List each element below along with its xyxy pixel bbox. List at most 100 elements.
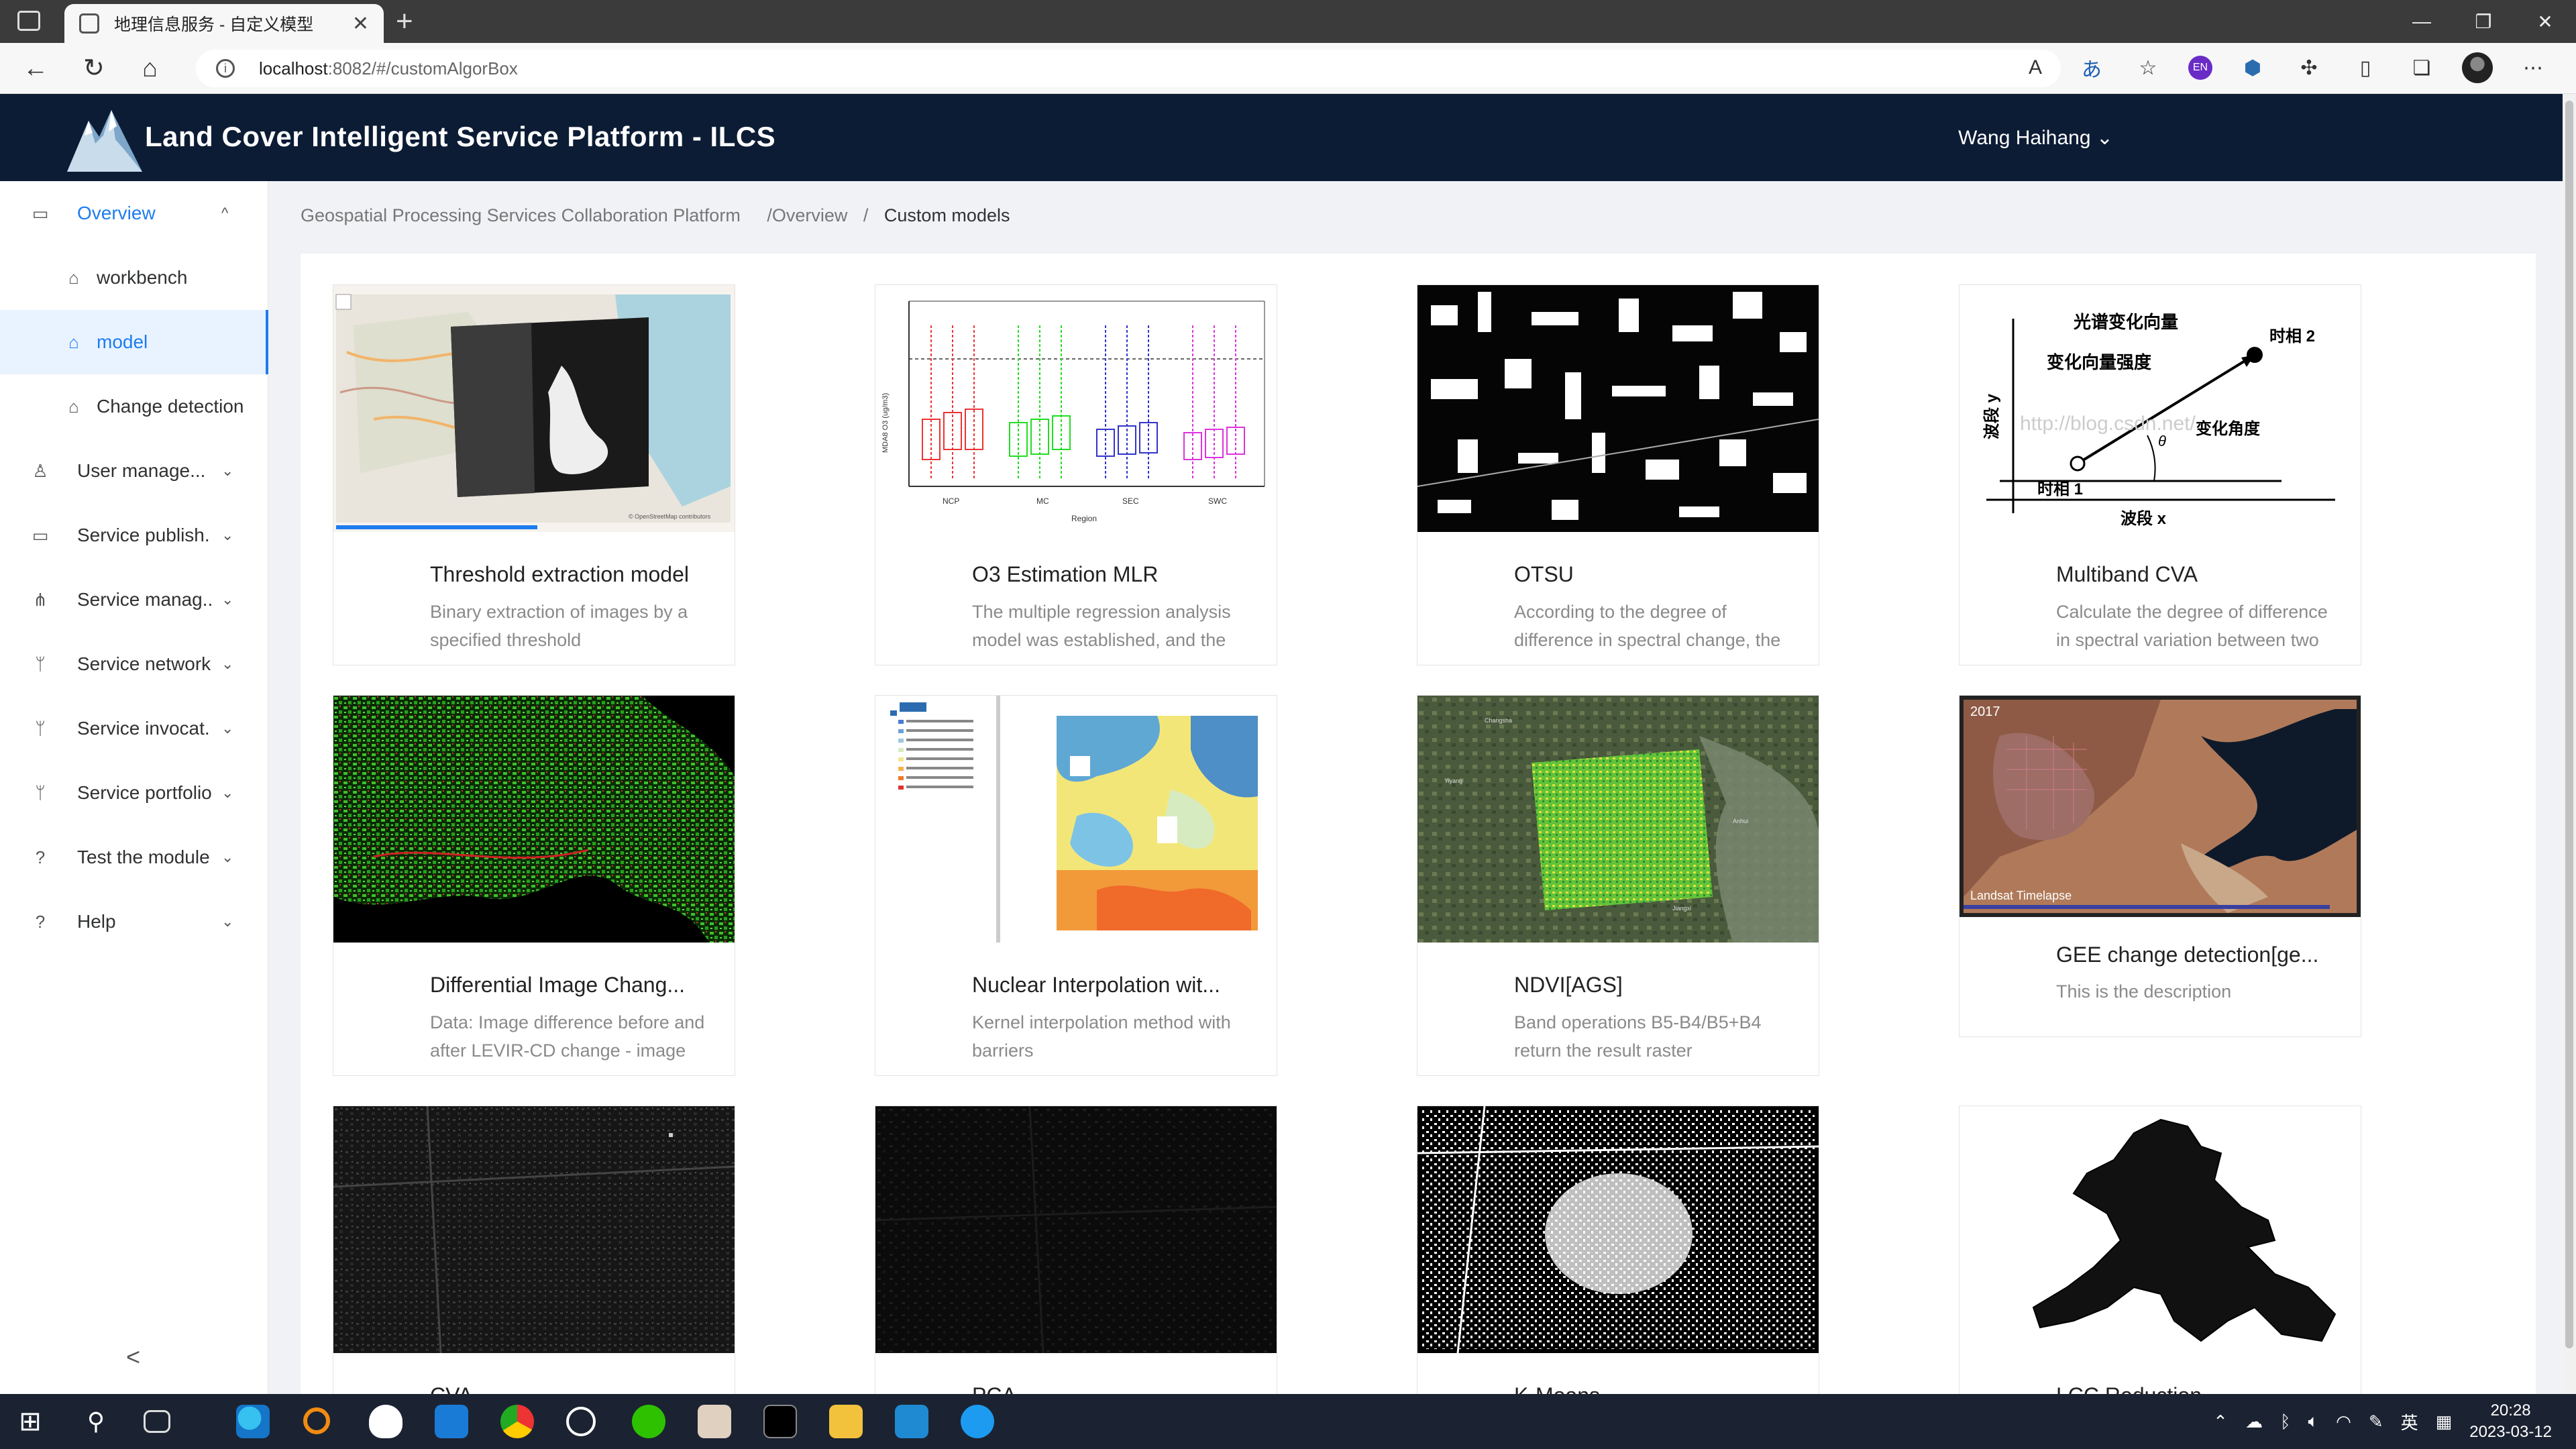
sidebar-item-label: model — [97, 331, 148, 352]
model-card-nuclear-interpolation[interactable]: Nuclear Interpolation wit... Kernel inte… — [875, 695, 1277, 1076]
chrome-icon[interactable] — [500, 1405, 534, 1438]
card-title: NDVI[AGS] — [1514, 973, 1623, 997]
model-card-kmeans[interactable]: K-Means — [1417, 1106, 1819, 1394]
card-description: Kernel interpolation method with barrier… — [972, 1012, 1231, 1061]
site-info-icon[interactable]: i — [216, 59, 235, 78]
windows-start-icon[interactable]: ⊞ — [13, 1405, 47, 1438]
cloud-icon[interactable]: ☁ — [2245, 1411, 2263, 1432]
tray-overflow-icon[interactable]: ⌃ — [2213, 1411, 2228, 1432]
model-card-differential-image[interactable]: Differential Image Chang... Data: Image … — [333, 695, 735, 1076]
svg-text:Region: Region — [1071, 514, 1097, 523]
translate-icon[interactable]: あ — [2076, 53, 2108, 83]
sidebar: ▭ Overview ^ ⌂ workbench ⌂ model ⌂ Chang… — [0, 181, 268, 1394]
user-menu[interactable]: Wang Haihang ⌄ — [1958, 126, 2113, 150]
sidebar-item-workbench[interactable]: ⌂ workbench — [0, 246, 268, 310]
profile-avatar[interactable] — [2462, 52, 2493, 83]
home-icon[interactable]: ⌂ — [142, 55, 158, 82]
chevron-down-icon: ⌄ — [221, 784, 234, 801]
wechat-icon[interactable] — [632, 1405, 665, 1438]
breadcrumb-root[interactable]: Geospatial Processing Services Collabora… — [301, 205, 741, 225]
java-icon[interactable] — [698, 1405, 731, 1438]
input-method-icon[interactable]: 英 — [2401, 1409, 2418, 1434]
clock-date: 2023-03-12 — [2469, 1423, 2552, 1441]
svg-text:变化角度: 变化角度 — [2196, 419, 2261, 438]
model-card-multiband-cva[interactable]: 光谱变化向量 变化向量强度 时相 2 变化角度 时相 1 波段 x 波段 y θ… — [1959, 284, 2361, 665]
vscode-icon[interactable] — [895, 1405, 928, 1438]
task-view-icon[interactable] — [144, 1410, 170, 1433]
new-tab-icon[interactable]: + — [396, 5, 413, 38]
card-description: Data: Image difference before and after … — [430, 1012, 705, 1061]
model-card-pca[interactable]: PCA — [875, 1106, 1277, 1394]
collections-icon[interactable]: ❏ — [2406, 56, 2438, 80]
keyboard-icon[interactable]: ▦ — [2436, 1411, 2453, 1432]
volume-icon[interactable]: 🔈︎ — [2308, 1411, 2319, 1432]
close-tab-icon[interactable]: ✕ — [352, 12, 369, 36]
restore-icon[interactable]: ❐ — [2453, 0, 2514, 43]
svg-text:Anhui: Anhui — [1733, 818, 1748, 824]
docker-icon[interactable] — [961, 1405, 994, 1438]
model-card-threshold[interactable]: © OpenStreetMap contributors Threshold e… — [333, 284, 735, 665]
branch-icon: ᛘ — [35, 782, 46, 803]
card-description: This is the description — [2056, 981, 2232, 1002]
collapse-sidebar-icon[interactable]: < — [126, 1343, 140, 1371]
model-card-cva[interactable]: CVA — [333, 1106, 735, 1394]
card-image — [875, 696, 1277, 943]
tab-title: 地理信息服务 - 自定义模型 — [114, 15, 314, 34]
sidebar-item-change-detection[interactable]: ⌂ Change detection — [0, 374, 268, 439]
card-image: 光谱变化向量 变化向量强度 时相 2 变化角度 时相 1 波段 x 波段 y θ… — [1960, 285, 2361, 532]
sidebar-item-overview[interactable]: ▭ Overview ^ — [0, 181, 268, 246]
puzzle-extensions-icon[interactable]: ✣ — [2293, 56, 2325, 80]
sidebar-item-service-network[interactable]: ᛘ Service network ⌄ — [0, 632, 268, 696]
qq-icon[interactable] — [369, 1405, 402, 1438]
sidebar-item-user-management[interactable]: ♙ User manage... ⌄ — [0, 439, 268, 503]
sidebar-item-label: Service network — [77, 653, 211, 674]
svg-text:MC: MC — [1036, 496, 1049, 506]
breadcrumb-overview[interactable]: /Overview — [767, 205, 847, 225]
model-card-ndvi[interactable]: Changsha Yiyang Anhui Jiangxi NDVI[AGS] Ban… — [1417, 695, 1819, 1076]
sidebar-item-service-portfolio[interactable]: ᛘ Service portfolio ⌄ — [0, 761, 268, 825]
minimize-icon[interactable]: — — [2391, 0, 2453, 43]
browser-tab-active[interactable]: 地理信息服务 - 自定义模型 ✕ — [64, 4, 384, 43]
pen-icon[interactable]: ✎ — [2369, 1411, 2383, 1432]
sidebar-item-test-module[interactable]: ? Test the module ⌄ — [0, 825, 268, 890]
sidebar-item-service-invocation[interactable]: ᛘ Service invocat... ⌄ — [0, 696, 268, 761]
split-screen-icon[interactable]: ▯ — [2349, 56, 2381, 80]
page-scrollbar[interactable] — [2563, 94, 2576, 1395]
read-aloud-icon[interactable]: A — [2019, 56, 2051, 79]
card-title: CVA — [430, 1383, 725, 1394]
file-explorer-icon[interactable] — [829, 1405, 863, 1438]
svg-text:MDA8 O3 (ug/m3): MDA8 O3 (ug/m3) — [881, 393, 890, 453]
search-icon[interactable]: ⚲ — [79, 1405, 113, 1438]
extension-icon[interactable]: ⬢ — [2237, 56, 2269, 80]
scrollbar-thumb[interactable] — [2565, 101, 2573, 1348]
mail-icon[interactable] — [435, 1405, 468, 1438]
search-app-icon[interactable] — [303, 1407, 330, 1434]
org-icon: ⋔ — [33, 589, 48, 610]
bank-icon: ⌂ — [68, 267, 79, 288]
model-card-o3-mlr[interactable]: NCP MC SEC SWC Region MDA8 O3 (ug/m3) O3… — [875, 284, 1277, 665]
close-window-icon[interactable]: ✕ — [2514, 0, 2576, 43]
language-extension-icon[interactable]: EN — [2188, 56, 2212, 80]
model-card-lcc-reduction[interactable]: LCC Reduction — [1959, 1106, 2361, 1394]
edge-browser-icon[interactable] — [236, 1405, 270, 1438]
system-clock[interactable]: 20:28 2023-03-12 — [2469, 1400, 2552, 1443]
chevron-down-icon: ⌄ — [221, 720, 234, 737]
sidebar-item-service-management[interactable]: ⋔ Service manag... ⌄ — [0, 568, 268, 632]
refresh-icon[interactable]: ↻ — [83, 55, 105, 82]
terminal-icon[interactable] — [763, 1405, 797, 1438]
bluetooth-icon[interactable]: ᛒ — [2280, 1411, 2291, 1432]
model-card-gee-change-detection[interactable]: Landsat Timelapse 2017 GEE change detect… — [1959, 695, 2361, 1037]
favorite-star-icon[interactable]: ☆ — [2132, 56, 2164, 80]
tab-actions-icon[interactable] — [17, 11, 40, 31]
media-player-icon[interactable] — [566, 1407, 596, 1436]
svg-text:θ: θ — [2158, 433, 2166, 449]
address-field[interactable]: i localhost:8082/#/customAlgorBox — [196, 50, 2061, 87]
sidebar-item-help[interactable]: ? Help ⌄ — [0, 890, 268, 954]
sidebar-item-model[interactable]: ⌂ model — [0, 310, 268, 374]
model-card-otsu[interactable]: OTSU According to the degree of differen… — [1417, 284, 1819, 665]
sidebar-item-service-publish[interactable]: ▭ Service publish... ⌄ — [0, 503, 268, 568]
wifi-icon[interactable]: ◠ — [2336, 1411, 2351, 1432]
more-menu-icon[interactable]: ⋯ — [2517, 56, 2549, 80]
card-image — [333, 1106, 735, 1353]
back-icon[interactable]: ← — [23, 55, 48, 82]
